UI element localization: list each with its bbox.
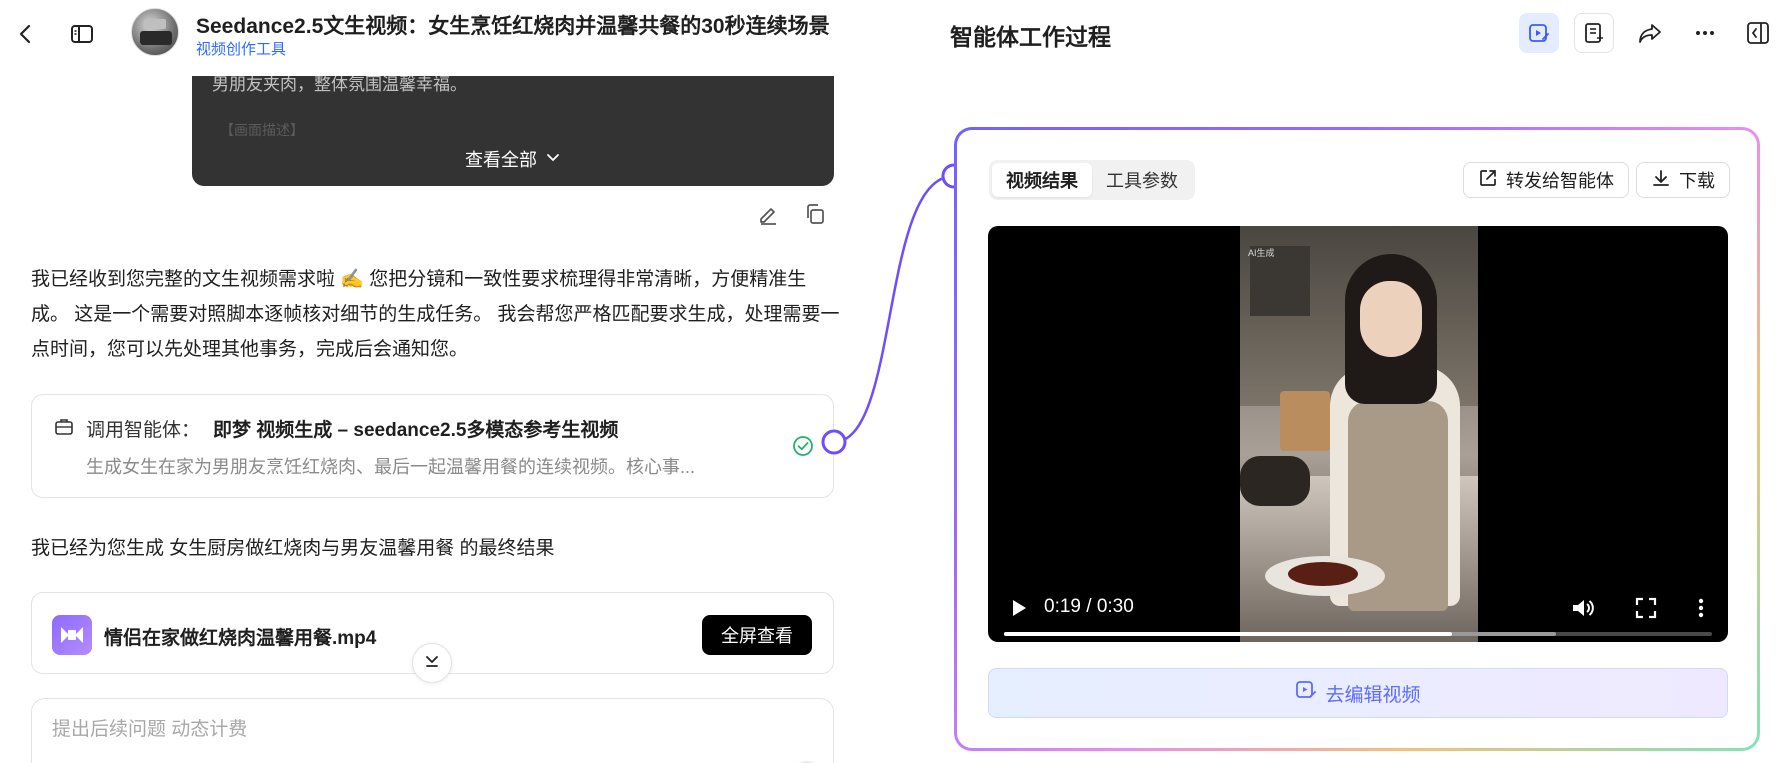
video-more-icon[interactable] bbox=[1694, 595, 1708, 621]
result-text: 我已经为您生成 女生厨房做红烧肉与男友温馨用餐 的最终结果 bbox=[31, 538, 555, 559]
forward-icon bbox=[1478, 168, 1498, 193]
view-all-label: 查看全部 bbox=[465, 150, 537, 170]
fullscreen-view-button[interactable]: 全屏查看 bbox=[702, 615, 812, 655]
file-name: 情侣在家做红烧肉温馨用餐.mp4 bbox=[104, 628, 377, 649]
chevron-down-icon bbox=[545, 149, 561, 170]
video-player[interactable]: AI生成 0:19 / 0:30 bbox=[988, 226, 1728, 642]
collapse-panel-icon[interactable] bbox=[1738, 13, 1778, 53]
view-all-button[interactable]: 查看全部 bbox=[192, 146, 834, 172]
note-icon[interactable] bbox=[1574, 13, 1614, 53]
followup-input[interactable] bbox=[52, 719, 752, 741]
edit-icon[interactable] bbox=[756, 202, 780, 226]
avatar[interactable] bbox=[131, 8, 179, 56]
assistant-reply: 我已经收到您完整的文生视频需求啦 ✍️ 您把分镜和一致性要求梳理得非常清晰，方便… bbox=[31, 269, 840, 360]
edit-video-label: 去编辑视频 bbox=[1325, 684, 1421, 706]
video-frame: AI生成 bbox=[1240, 226, 1478, 642]
video-edit-icon bbox=[1295, 679, 1317, 707]
fullscreen-icon[interactable] bbox=[1633, 595, 1659, 621]
share-icon[interactable] bbox=[1630, 13, 1670, 53]
prompt-faded-text: 【画面描述】 bbox=[220, 122, 304, 138]
video-time: 0:19 / 0:30 bbox=[1044, 596, 1134, 617]
download-label: 下载 bbox=[1679, 171, 1715, 191]
tab-tool-params[interactable]: 工具参数 bbox=[1092, 163, 1192, 197]
tool-call-description: 生成女生在家为男朋友烹饪红烧肉、最后一起温馨用餐的连续视频。核心事... bbox=[86, 457, 695, 477]
download-button[interactable]: 下载 bbox=[1636, 162, 1730, 198]
prompt-card: 男朋友夹肉，整体氛围温馨幸福。 【画面描述】 查看全部 bbox=[192, 76, 834, 186]
video-edit-icon[interactable] bbox=[1519, 13, 1559, 53]
page-title: Seedance2.5文生视频：女生烹饪红烧肉并温馨共餐的30秒连续场景 bbox=[196, 15, 830, 38]
briefcase-icon bbox=[54, 417, 74, 437]
tab-video-result[interactable]: 视频结果 bbox=[992, 163, 1092, 197]
volume-icon[interactable] bbox=[1570, 595, 1596, 621]
work-card-inner: 视频结果 工具参数 转发给智能体 下载 AI生成 0:19 / 0:30 去编辑… bbox=[957, 130, 1757, 748]
copy-icon[interactable] bbox=[803, 202, 827, 226]
chat-header: Seedance2.5文生视频：女生烹饪红烧肉并温馨共餐的30秒连续场景 视频创… bbox=[0, 0, 880, 76]
tool-call-card[interactable]: 调用智能体： 即梦 视频生成 – seedance2.5多模态参考生视频 生成女… bbox=[31, 394, 834, 498]
forward-label: 转发给智能体 bbox=[1506, 171, 1614, 191]
video-progress-track[interactable] bbox=[1004, 632, 1712, 636]
panel-title: 智能体工作过程 bbox=[950, 24, 1111, 50]
sidebar-toggle-icon[interactable] bbox=[64, 16, 100, 52]
result-tabs: 视频结果 工具参数 bbox=[989, 160, 1195, 200]
back-icon[interactable] bbox=[8, 16, 44, 52]
tool-link[interactable]: 视频创作工具 bbox=[196, 38, 286, 59]
tool-call-label: 调用智能体： bbox=[86, 420, 201, 441]
chevron-down-icon bbox=[423, 652, 441, 675]
video-file-icon bbox=[52, 615, 92, 655]
more-icon[interactable] bbox=[1685, 13, 1725, 53]
scroll-down-button[interactable] bbox=[412, 643, 452, 683]
work-card: 视频结果 工具参数 转发给智能体 下载 AI生成 0:19 / 0:30 去编辑… bbox=[954, 127, 1760, 751]
video-watermark: AI生成 bbox=[1248, 248, 1275, 258]
forward-to-agent-button[interactable]: 转发给智能体 bbox=[1463, 162, 1629, 198]
video-controls: 0:19 / 0:30 bbox=[988, 582, 1728, 642]
page: Seedance2.5文生视频：女生烹饪红烧肉并温馨共餐的30秒连续场景 视频创… bbox=[0, 0, 1782, 763]
download-icon bbox=[1651, 168, 1671, 193]
check-circle-icon bbox=[792, 435, 814, 457]
video-progress-bar bbox=[1004, 632, 1453, 636]
prompt-preview-text: 男朋友夹肉，整体氛围温馨幸福。 bbox=[212, 76, 467, 94]
play-icon[interactable] bbox=[1008, 596, 1030, 620]
tool-call-name: 即梦 视频生成 – seedance2.5多模态参考生视频 bbox=[213, 420, 619, 441]
followup-input-box bbox=[31, 698, 834, 763]
edit-video-button[interactable]: 去编辑视频 bbox=[988, 668, 1728, 718]
